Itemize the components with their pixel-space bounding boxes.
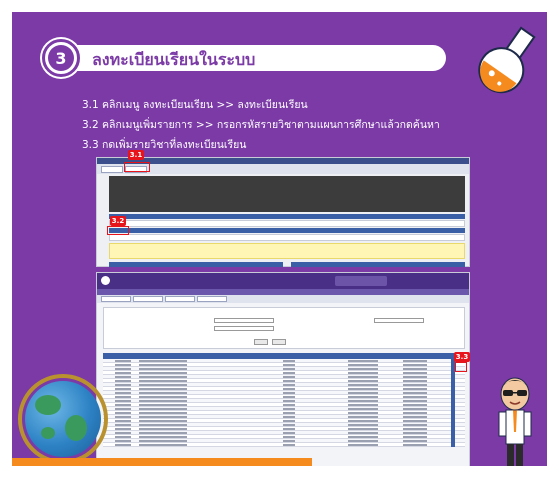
callout-box-3-3 bbox=[455, 362, 467, 372]
student-character-icon bbox=[498, 377, 532, 466]
screenshot-course-code-field bbox=[214, 318, 274, 323]
screenshot-tab bbox=[101, 296, 131, 302]
step-number: 3 bbox=[48, 45, 74, 71]
callout-label-3-1: 3.1 bbox=[128, 150, 144, 160]
screenshot-dark-panel bbox=[109, 176, 465, 212]
footer-accent-white bbox=[12, 466, 547, 474]
globe-icon bbox=[25, 381, 101, 457]
callout-label-3-2: 3.2 bbox=[110, 216, 126, 226]
course-search-screenshot bbox=[96, 272, 470, 470]
screenshot-section-bar bbox=[109, 214, 465, 219]
step-number-badge: 3 bbox=[42, 39, 80, 77]
callout-box-3-1 bbox=[124, 162, 150, 172]
screenshot-tab bbox=[101, 165, 123, 173]
screenshot-tab bbox=[133, 296, 163, 302]
screenshot-row bbox=[109, 220, 465, 227]
instruction-step-3-2: 3.2 คลิกเมนูเพิ่มรายการ >> กรอกรหัสรายวิ… bbox=[82, 119, 440, 131]
screenshot-panel-right bbox=[291, 262, 465, 267]
instruction-slide: 3 ลงทะเบียนเรียนในระบบ 3.1 คลิกเมนู ลงทะ… bbox=[12, 12, 547, 474]
registration-menu-screenshot bbox=[96, 157, 470, 267]
instruction-step-3-1: 3.1 คลิกเมนู ลงทะเบียนเรียน >> ลงทะเบียน… bbox=[82, 99, 308, 111]
screenshot-tab-strip bbox=[97, 295, 469, 303]
system-logo-icon bbox=[335, 276, 387, 286]
table-row bbox=[103, 443, 465, 447]
screenshot-tab bbox=[165, 296, 195, 302]
screenshot-university-header bbox=[97, 273, 469, 289]
screenshot-row bbox=[109, 234, 465, 241]
page-title: ลงทะเบียนเรียนในระบบ bbox=[92, 50, 256, 69]
university-logo-icon bbox=[101, 276, 110, 285]
screenshot-notice-panel bbox=[109, 243, 465, 259]
screenshot-section-field bbox=[374, 318, 424, 323]
flask-icon bbox=[478, 26, 536, 94]
screenshot-search-button bbox=[254, 339, 268, 345]
callout-label-3-3: 3.3 bbox=[454, 352, 470, 362]
screenshot-clear-button bbox=[272, 339, 286, 345]
screenshot-course-table bbox=[103, 359, 465, 447]
screenshot-search-form bbox=[103, 307, 465, 349]
footer-accent-orange bbox=[12, 458, 312, 466]
screenshot-tab bbox=[197, 296, 227, 302]
screenshot-section-bar bbox=[109, 228, 465, 233]
callout-box-3-2 bbox=[107, 226, 129, 235]
screenshot-course-name-field bbox=[214, 326, 274, 331]
instruction-step-3-3: 3.3 กดเพิ่มรายวิชาที่ลงทะเบียนเรียน bbox=[82, 139, 247, 151]
screenshot-panel-left bbox=[109, 262, 283, 267]
screenshot-tab-strip bbox=[97, 164, 469, 174]
